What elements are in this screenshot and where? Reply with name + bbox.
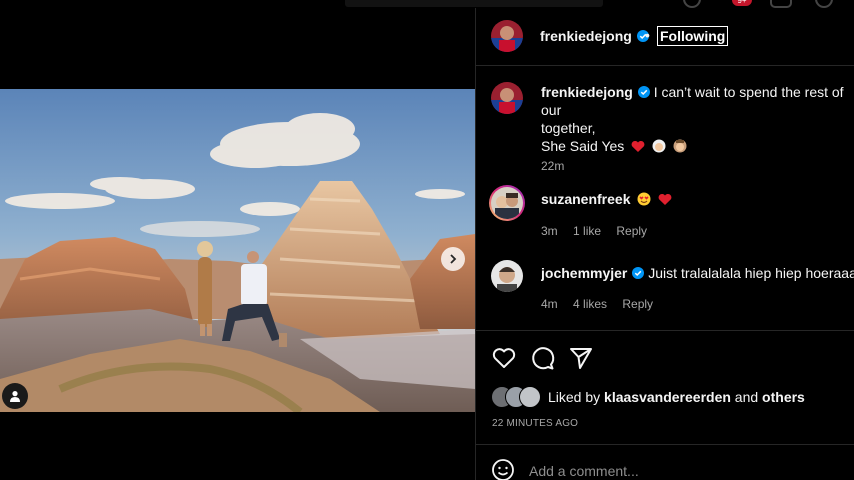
caption-line-3: She Said Yes — [541, 138, 625, 154]
likes-others-link[interactable]: others — [762, 389, 805, 405]
post-details-panel: frenkiedejong • Following frenkiedejong … — [475, 8, 854, 480]
next-photo-button[interactable] — [441, 247, 465, 271]
comment-text: suzanenfreek — [541, 190, 854, 208]
comment-meta: 4m 4 likes Reply — [541, 297, 665, 311]
profile-icon[interactable] — [815, 0, 833, 8]
likes-text: Liked by klaasvandereerden and others — [548, 389, 805, 405]
heart-eyes-emoji — [637, 192, 651, 206]
post-photo — [0, 89, 475, 412]
caption-text: frenkiedejong I can’t wait to spend the … — [541, 83, 854, 155]
add-comment-input[interactable] — [529, 461, 829, 480]
author-username[interactable]: frenkiedejong — [540, 28, 649, 44]
top-bar: 9+ — [0, 0, 854, 8]
chevron-right-icon — [450, 254, 457, 264]
red-heart-emoji — [631, 140, 645, 152]
comment-time: 3m — [541, 224, 558, 238]
caption-time: 22m — [541, 159, 565, 173]
comments-list[interactable]: frenkiedejong I can’t wait to spend the … — [476, 67, 854, 331]
comment-meta: 3m 1 like Reply — [541, 224, 659, 238]
user-tag-icon — [10, 391, 20, 402]
user-tags-button[interactable] — [2, 383, 28, 409]
commenter-avatar[interactable] — [491, 260, 523, 292]
comment-likes-count[interactable]: 4 likes — [573, 297, 607, 311]
liker-avatars[interactable] — [491, 386, 543, 408]
post-media — [0, 8, 475, 480]
home-icon[interactable] — [683, 0, 701, 8]
comment-likes-count[interactable]: 1 like — [573, 224, 601, 238]
reply-button[interactable]: Reply — [616, 224, 647, 238]
comment-icon[interactable] — [530, 345, 556, 371]
comment-username[interactable]: suzanenfreek — [541, 191, 630, 207]
emoji-icon[interactable] — [491, 458, 515, 480]
following-button[interactable]: Following — [657, 26, 729, 46]
post-timestamp[interactable]: 22 MINUTES AGO — [492, 418, 578, 429]
groom-emoji — [673, 139, 687, 153]
heart-icon[interactable] — [491, 345, 517, 371]
post-header: frenkiedejong • Following — [476, 8, 854, 66]
caption-username[interactable]: frenkiedejong — [541, 84, 633, 100]
red-heart-emoji — [658, 193, 672, 205]
caption-meta: 22m — [541, 159, 576, 173]
bride-emoji — [652, 139, 666, 153]
add-comment-bar — [476, 444, 854, 480]
author-avatar[interactable] — [491, 82, 523, 114]
top-search-strip[interactable] — [345, 0, 603, 7]
caption-line-2: together, — [541, 120, 596, 136]
author-avatar[interactable] — [491, 20, 523, 52]
liker-username[interactable]: klaasvandereerden — [604, 389, 731, 405]
reply-button[interactable]: Reply — [622, 297, 653, 311]
post-actions — [476, 345, 854, 375]
verified-badge-icon — [637, 86, 650, 98]
comment-username[interactable]: jochemmyjer — [541, 265, 627, 281]
messages-icon[interactable] — [770, 0, 792, 8]
share-icon[interactable] — [568, 345, 594, 371]
notification-badge: 9+ — [732, 0, 752, 6]
verified-badge-icon — [632, 267, 645, 279]
commenter-avatar[interactable] — [489, 185, 525, 221]
header-separator: • — [645, 27, 650, 43]
comment-time: 4m — [541, 297, 558, 311]
comment-body: Juist tralalalala hiep hiep hoeraaaa — [648, 265, 854, 281]
comment-text: jochemmyjer Juist tralalalala hiep hiep … — [541, 264, 854, 282]
liker-avatar — [519, 386, 541, 408]
